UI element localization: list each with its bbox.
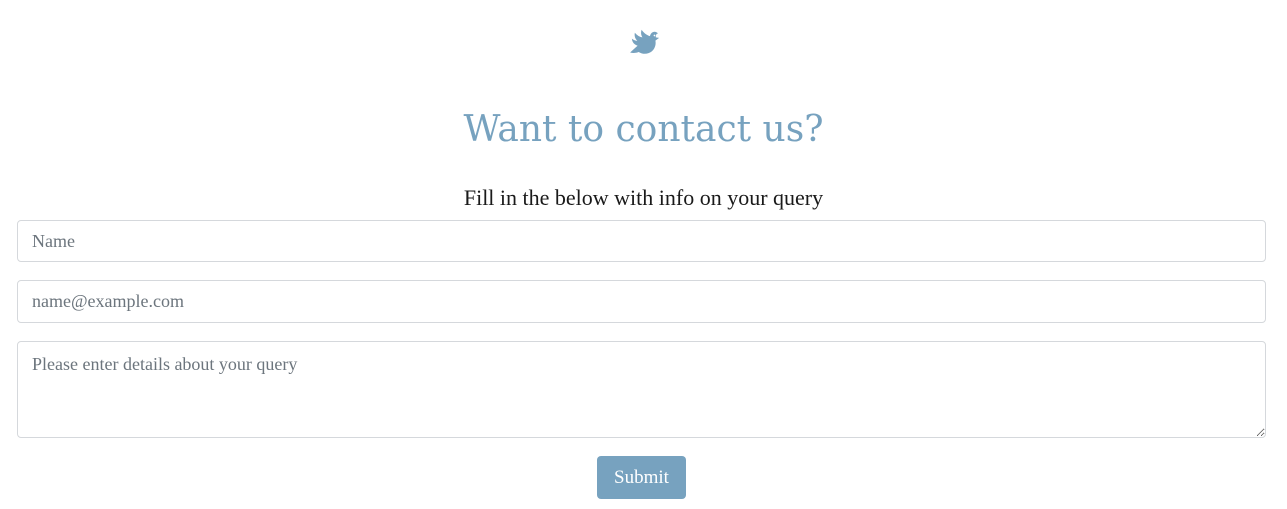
query-textarea[interactable] (17, 341, 1266, 438)
name-field[interactable] (17, 220, 1266, 262)
email-field[interactable] (17, 280, 1266, 323)
contact-page: Want to contact us? Fill in the below wi… (0, 0, 1287, 509)
submit-button[interactable]: Submit (597, 456, 686, 499)
dove-icon (630, 29, 660, 54)
page-title: Want to contact us? (463, 109, 824, 150)
form-instructions: Fill in the below with info on your quer… (463, 185, 824, 210)
